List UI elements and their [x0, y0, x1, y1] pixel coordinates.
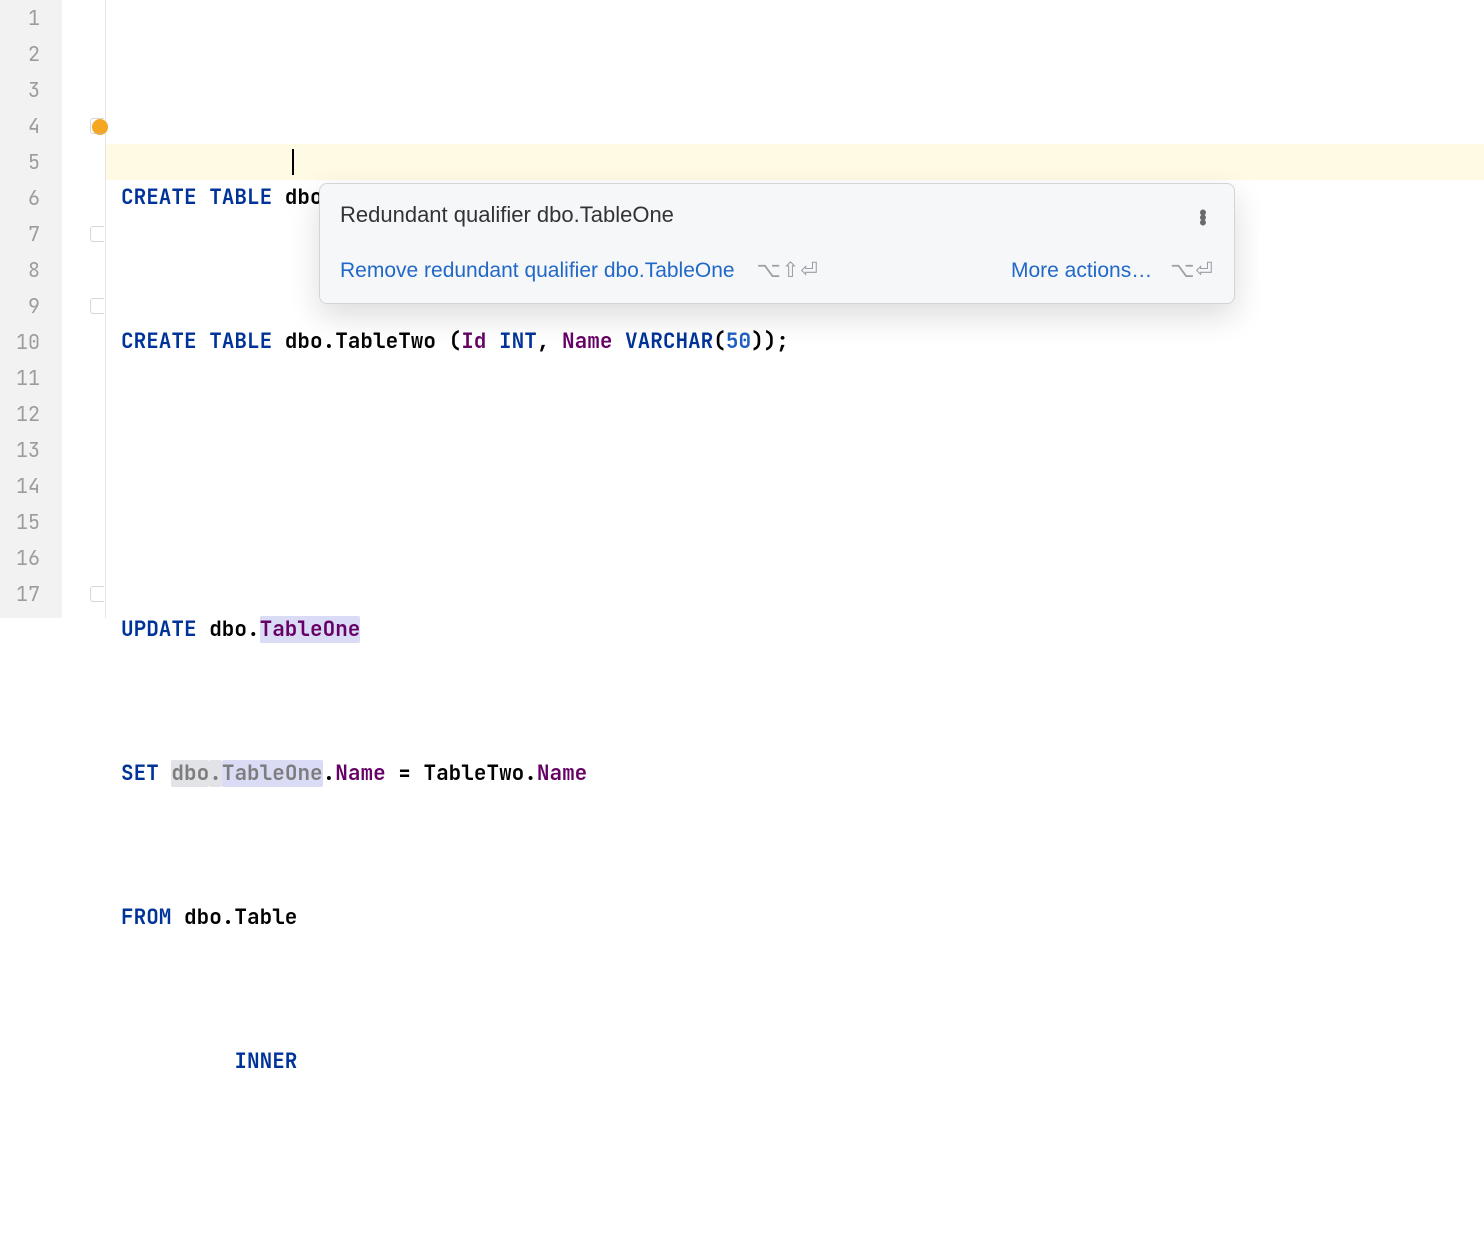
code-line [106, 1188, 1484, 1224]
shortcut-hint: ⌥⇧⏎ [757, 253, 819, 289]
fold-toggle-icon[interactable] [90, 118, 104, 134]
code-editor[interactable]: 1 2 3 4 5 6 7 8 9 10 11 12 13 14 15 16 1… [0, 0, 1484, 618]
quick-fix-action[interactable]: Remove redundant qualifier dbo.TableOne [340, 253, 735, 289]
more-actions-link[interactable]: More actions… [1011, 253, 1152, 289]
inspection-title: Redundant qualifier dbo.TableOne [340, 197, 674, 233]
fold-end-icon[interactable] [90, 226, 104, 242]
current-line-highlight [106, 144, 1484, 180]
code-line: INNER [106, 1044, 1484, 1080]
code-line [106, 468, 1484, 504]
text-caret [292, 149, 294, 175]
code-line: SET dbo.TableOne.Name = TableTwo.Name [106, 756, 1484, 792]
code-line: FROM dbo.Table [106, 900, 1484, 936]
more-options-icon[interactable]: ••• [1192, 208, 1214, 223]
shortcut-hint: ⌥⏎ [1170, 253, 1214, 289]
fold-end-icon[interactable] [90, 586, 104, 602]
inspection-popup: Redundant qualifier dbo.TableOne ••• Rem… [319, 183, 1235, 304]
marker-gutter [62, 0, 106, 618]
fold-toggle-icon[interactable] [90, 298, 104, 314]
code-line: CREATE TABLE dbo.TableTwo (Id INT, Name … [106, 324, 1484, 360]
code-area[interactable]: CREATE TABLE dbo.TableOne (Id INT, Name … [106, 0, 1484, 618]
line-number-gutter: 1 2 3 4 5 6 7 8 9 10 11 12 13 14 15 16 1… [0, 0, 62, 618]
code-line: UPDATE dbo.TableOne [106, 612, 1484, 648]
